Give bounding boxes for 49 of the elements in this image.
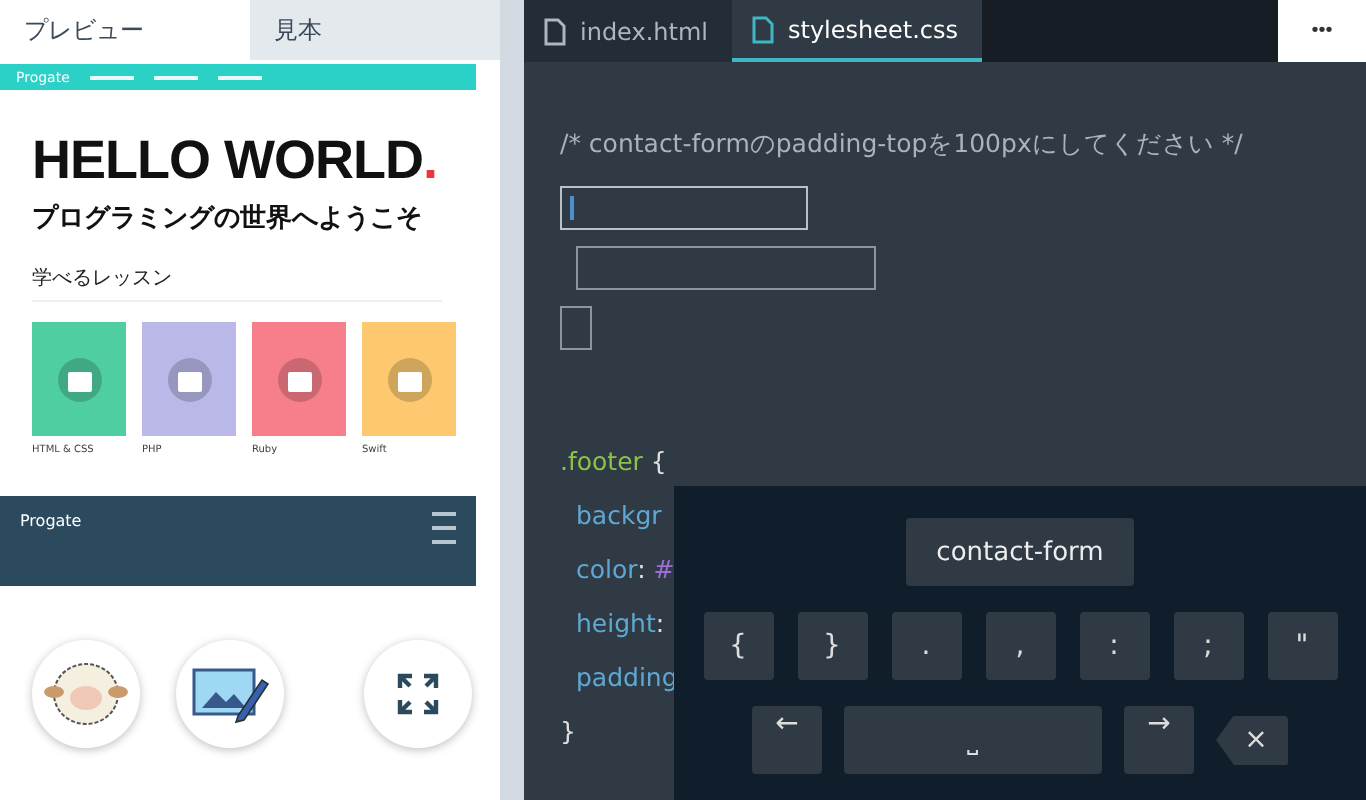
symbol-key[interactable]: ; xyxy=(1173,612,1243,680)
more-menu-button[interactable]: ••• xyxy=(1278,0,1366,62)
lesson-icon xyxy=(57,357,101,401)
code-line: .footer { xyxy=(560,444,667,480)
file-tab[interactable]: index.html xyxy=(524,0,732,62)
section-heading: 学べるレッスン xyxy=(32,264,442,302)
code-line: } xyxy=(560,714,576,750)
answer-box[interactable] xyxy=(576,246,876,290)
fullscreen-button[interactable] xyxy=(364,639,472,747)
lesson-icon xyxy=(167,357,211,401)
expand-icon xyxy=(396,671,440,715)
hero-subtitle: プログラミングの世界へようこそ xyxy=(32,201,424,236)
lesson-card[interactable] xyxy=(252,322,346,436)
lesson-card[interactable] xyxy=(32,322,126,436)
delete-key[interactable]: × xyxy=(1216,715,1288,765)
symbol-key[interactable]: , xyxy=(985,612,1055,680)
lesson-icon xyxy=(277,357,321,401)
symbol-key[interactable]: . xyxy=(891,612,961,680)
space-key[interactable]: ⎵ xyxy=(844,706,1102,774)
sheep-icon xyxy=(42,659,130,727)
sheep-button[interactable] xyxy=(32,639,140,747)
file-icon xyxy=(544,17,566,45)
symbol-key[interactable]: : xyxy=(1079,612,1149,680)
blurred-nav-link[interactable] xyxy=(153,75,198,79)
code-comment: /* contact-formのpadding-topを100pxにしてください */ xyxy=(560,126,1243,162)
picture-pencil-icon xyxy=(190,663,270,723)
suggestion-key[interactable]: contact-form xyxy=(906,518,1134,586)
blurred-nav-link[interactable] xyxy=(89,75,134,79)
lesson-card[interactable] xyxy=(142,322,236,436)
blurred-nav-link[interactable] xyxy=(217,75,262,79)
left-arrow-key[interactable]: ← xyxy=(752,706,822,774)
lesson-card[interactable] xyxy=(362,322,456,436)
symbol-key[interactable]: " xyxy=(1267,612,1337,680)
slide-editor-button[interactable] xyxy=(176,639,284,747)
hero-title: HELLO WORLD. xyxy=(32,130,439,192)
code-line: color: # xyxy=(574,552,675,588)
file-tab[interactable]: stylesheet.css xyxy=(731,0,983,62)
code-line: padding xyxy=(574,660,678,696)
answer-box[interactable] xyxy=(560,306,592,350)
symbol-key[interactable]: } xyxy=(797,612,867,680)
code-line: backgr xyxy=(574,498,662,534)
right-arrow-key[interactable]: → xyxy=(1124,706,1194,774)
footer-logo: Progate xyxy=(20,512,82,534)
preview-tab[interactable]: 見本 xyxy=(250,0,500,60)
answer-box[interactable] xyxy=(560,186,808,230)
lesson-icon xyxy=(387,357,431,401)
symbol-key[interactable]: { xyxy=(703,612,773,680)
file-icon xyxy=(751,15,774,43)
code-line: height: xyxy=(574,606,665,642)
